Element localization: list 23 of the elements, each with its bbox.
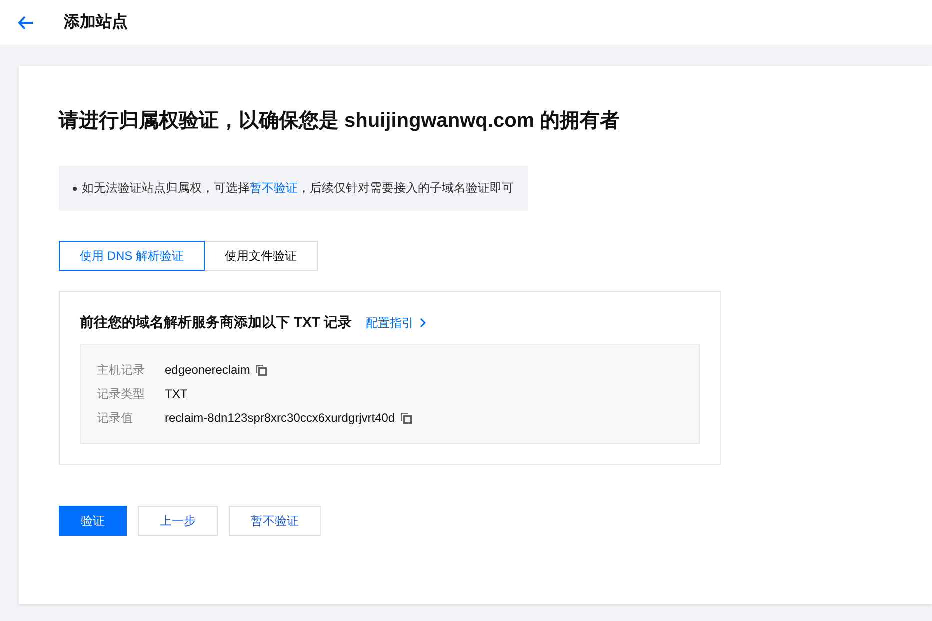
chevron-right-icon — [420, 318, 426, 328]
method-tab[interactable]: 使用文件验证 — [204, 241, 318, 271]
skip-verify-link[interactable]: 暂不验证 — [250, 181, 298, 195]
copy-icon[interactable] — [256, 364, 268, 376]
bullet-icon — [73, 186, 77, 190]
action-button[interactable]: 上一步 — [138, 506, 218, 536]
method-tab[interactable]: 使用 DNS 解析验证 — [59, 241, 206, 271]
record-value: edgeonereclaim — [165, 363, 250, 377]
record-label: 记录值 — [97, 410, 134, 426]
panel-title: 前往您的域名解析服务商添加以下 TXT 记录 — [80, 314, 352, 332]
verification-heading: 请进行归属权验证，以确保您是 shuijingwanwq.com 的拥有者 — [59, 109, 622, 134]
record-value: TXT — [165, 387, 188, 401]
record-label: 记录类型 — [97, 386, 146, 402]
back-arrow-icon — [18, 16, 34, 30]
action-button[interactable]: 验证 — [59, 506, 127, 536]
action-button[interactable]: 暂不验证 — [229, 506, 321, 536]
back-button[interactable] — [18, 16, 34, 30]
page-title: 添加站点 — [64, 12, 128, 33]
record-label: 主机记录 — [97, 362, 146, 378]
guide-link[interactable]: 配置指引 — [366, 314, 426, 332]
copy-icon[interactable] — [401, 412, 412, 424]
notice-text: 如无法验证站点归属权，可选择暂不验证，后续仅针对需要接入的子域名验证即可 — [82, 180, 514, 197]
record-value: reclaim-8dn123spr8xrc30ccx6xurdgrjvrt40d — [165, 411, 396, 425]
